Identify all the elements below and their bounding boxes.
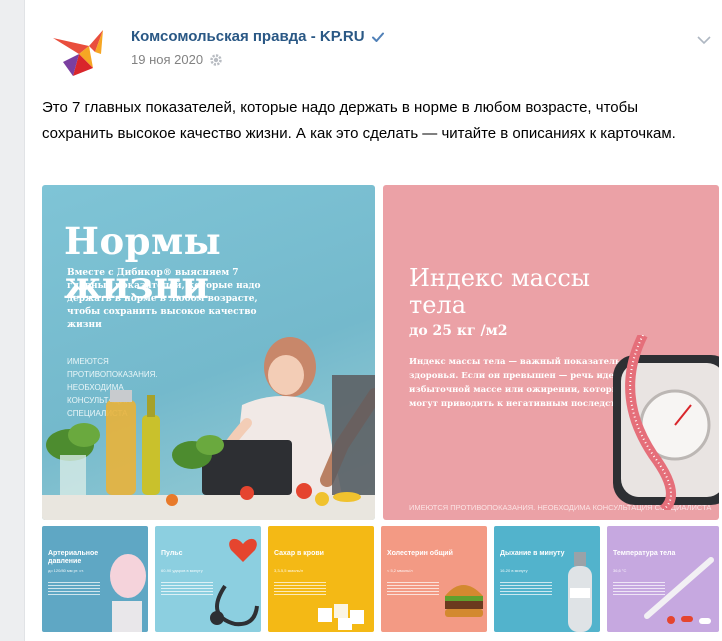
thermometer-illustration <box>644 557 714 624</box>
logo-bird-icon[interactable] <box>49 24 107 82</box>
author-link[interactable]: Комсомольская правда - KP.RU <box>131 28 385 45</box>
thumb-breathing[interactable]: Дыхание в минуту 16-20 в минуту <box>494 526 600 632</box>
balloon-illustration <box>110 554 146 632</box>
card-subtitle: до 25 кг /м2 <box>409 323 508 339</box>
post-date-text[interactable]: 19 ноя 2020 <box>131 52 203 67</box>
author-name[interactable]: Комсомольская правда - KP.RU <box>131 28 365 45</box>
card-bmi[interactable]: Индекс массы тела до 25 кг /м2 Индекс ма… <box>383 185 719 520</box>
post-text: Это 7 главных показателей, которые надо … <box>42 99 676 142</box>
thumb-pulse[interactable]: Пульс 60-90 ударов в минуту <box>155 526 261 632</box>
kitchen-illustration <box>42 337 375 520</box>
thumb-cholesterol[interactable]: Холестерин общий < 5,2 ммоль/л <box>381 526 487 632</box>
thumb-body-temperature[interactable]: Температура тела 36,6 °С <box>607 526 719 632</box>
thumb-blood-sugar[interactable]: Сахар в крови 3,3-5,5 ммоль/л <box>268 526 374 632</box>
thumb-text-lines <box>48 582 100 596</box>
thumb-text-lines <box>500 582 552 596</box>
burger-illustration <box>445 585 483 617</box>
thumb-subtitle: 3,3-5,5 ммоль/л <box>274 568 304 573</box>
chevron-down-icon[interactable] <box>696 34 712 46</box>
sugar-cubes-illustration <box>318 604 364 630</box>
card-norms-of-life[interactable]: Нормы жизни Вместе с Дибикор® выясняем 7… <box>42 185 375 520</box>
stethoscope-illustration <box>210 538 259 627</box>
oxygen-tank-illustration <box>568 552 592 632</box>
post-date[interactable]: 19 ноя 2020 <box>131 52 223 67</box>
gear-icon <box>210 53 222 66</box>
card-title: Индекс массы тела <box>409 264 590 319</box>
scale-illustration <box>613 335 719 510</box>
thumb-title: Сахар в крови <box>274 550 324 557</box>
verified-icon <box>371 32 384 42</box>
thumb-blood-pressure[interactable]: Артериальное давление до 120/80 мм рт. с… <box>42 526 148 632</box>
thumb-title: Холестерин общий <box>387 550 453 557</box>
post-card: Комсомольская правда - KP.RU 19 ноя 2020… <box>24 0 722 641</box>
thumb-text-lines <box>387 582 439 596</box>
